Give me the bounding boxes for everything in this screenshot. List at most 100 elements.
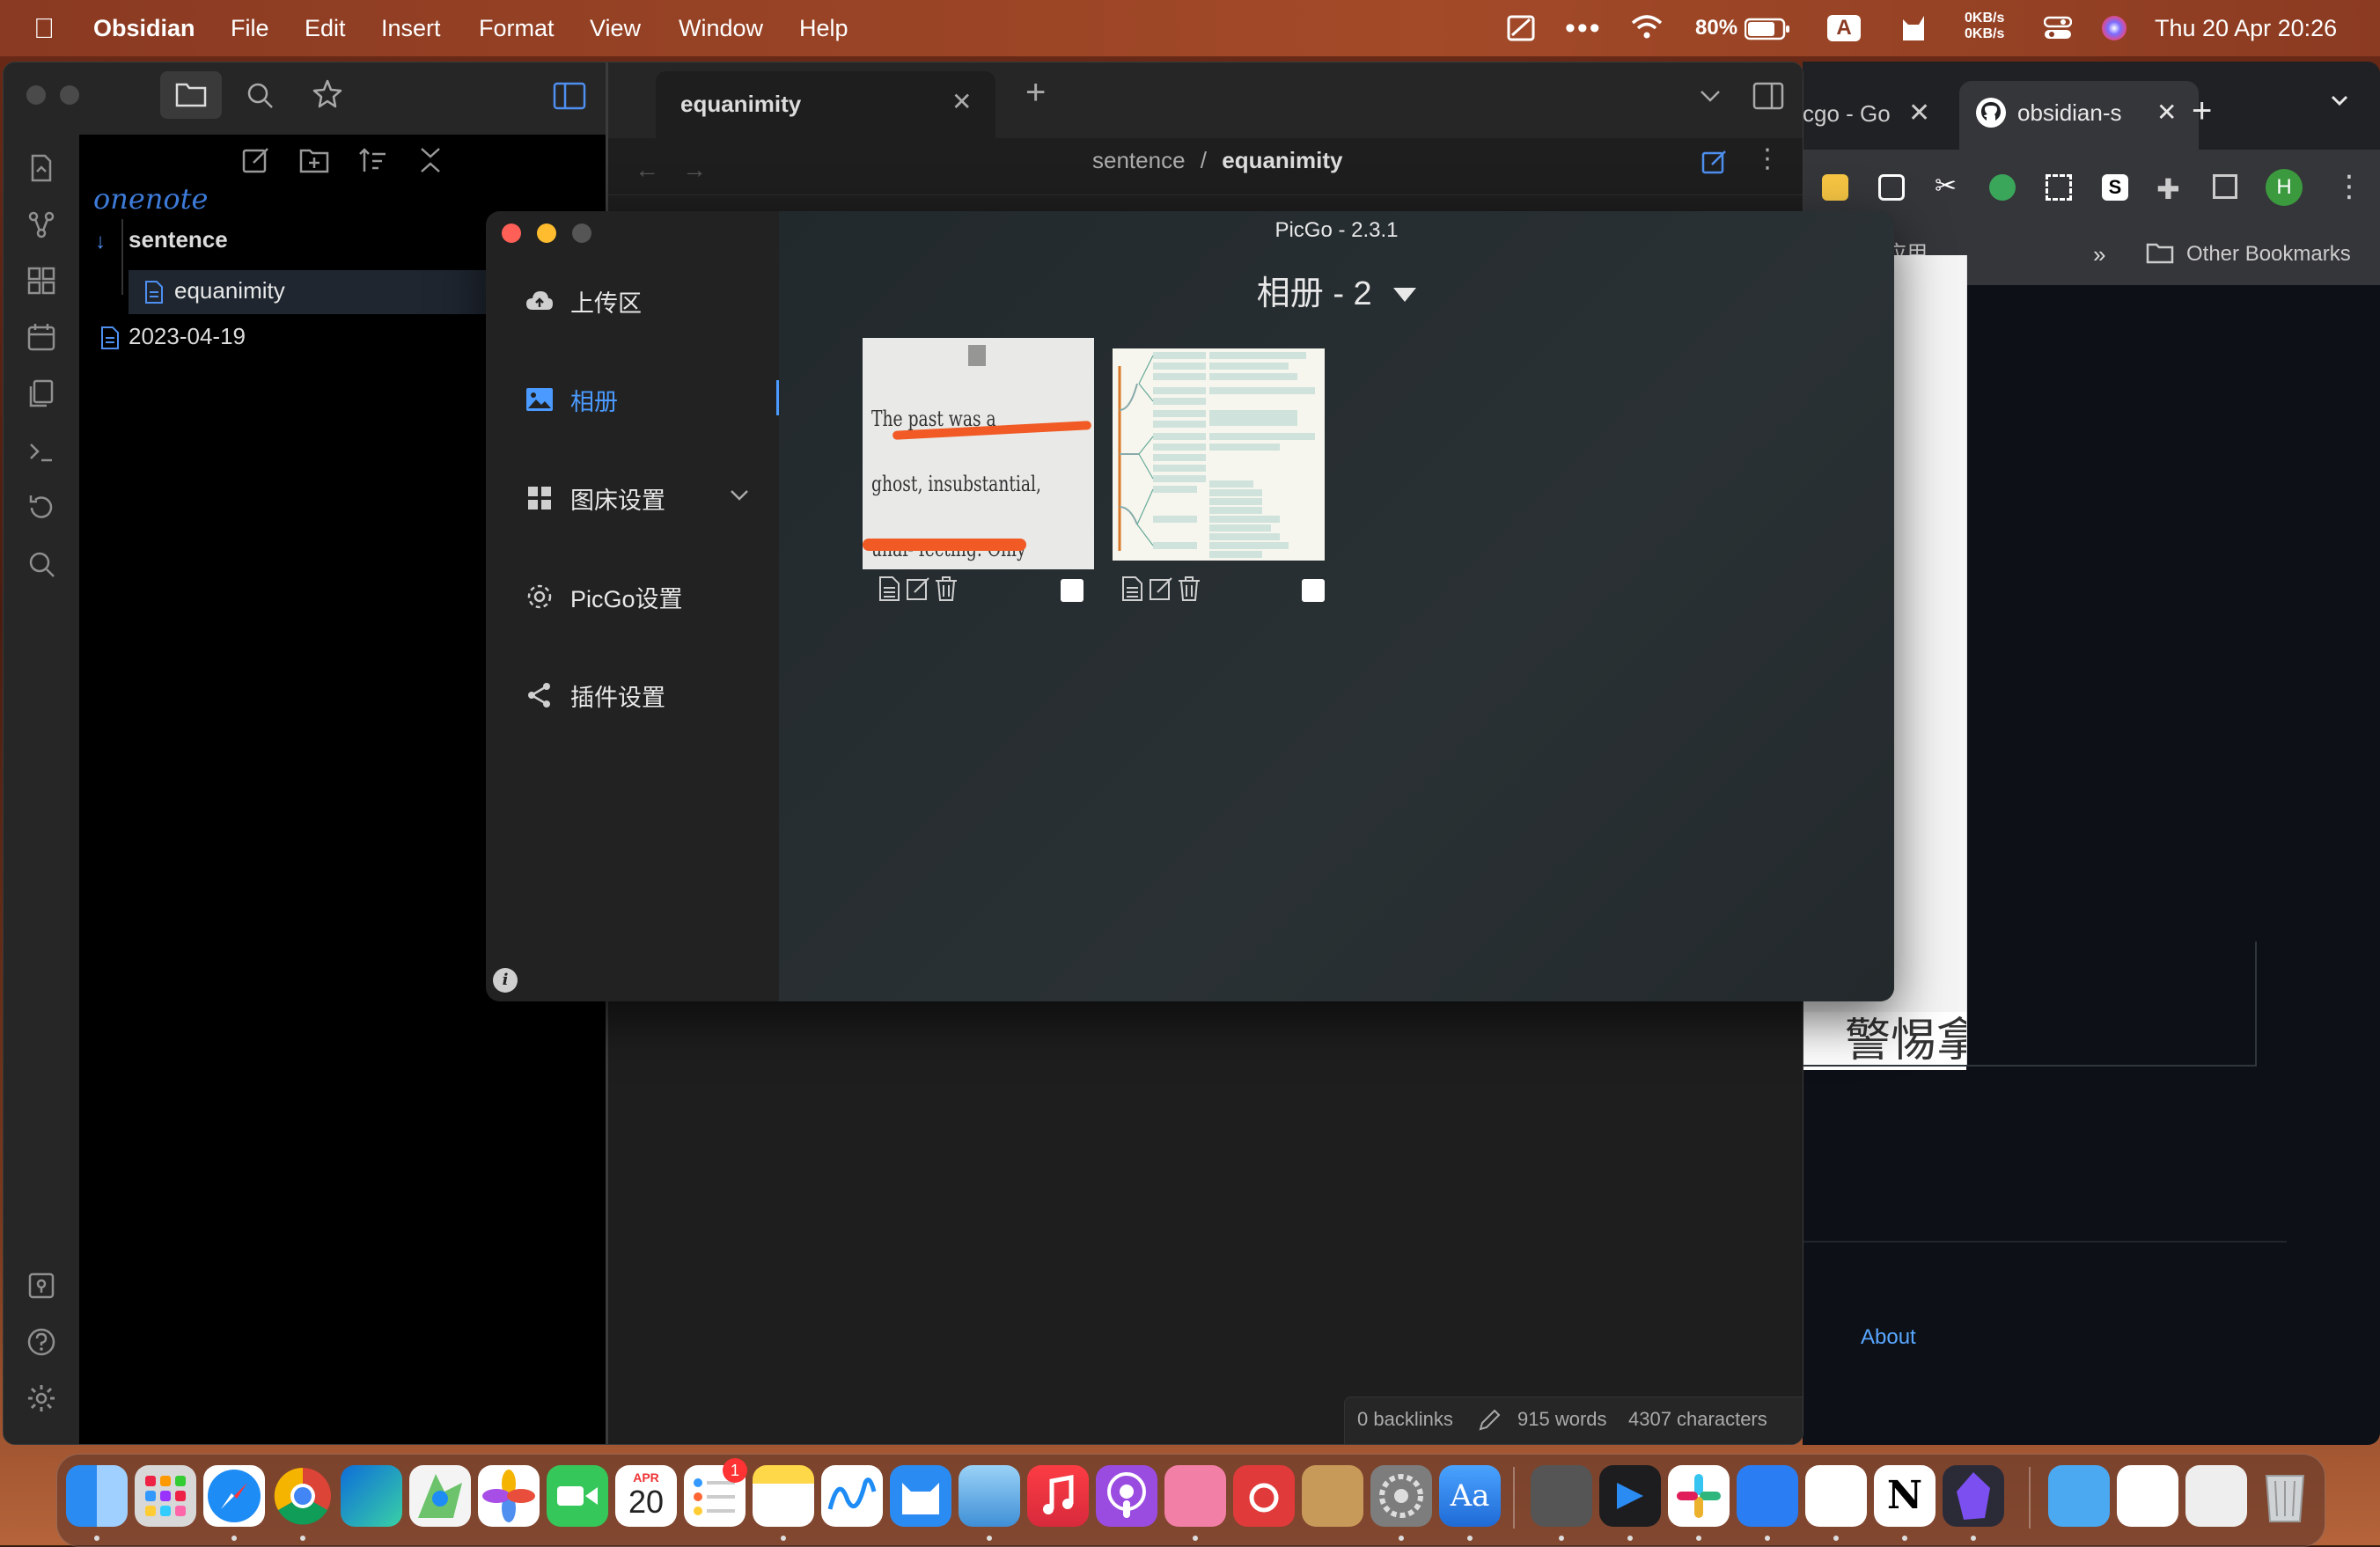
menu-format[interactable]: Format (479, 0, 555, 56)
history-icon[interactable] (26, 492, 57, 524)
textedit-icon[interactable] (1805, 1465, 1867, 1527)
screenshot-stack-icon[interactable] (2185, 1465, 2247, 1527)
vault-name[interactable]: onenote (93, 182, 208, 216)
battery-icon[interactable] (1745, 18, 1790, 40)
photos-icon[interactable] (478, 1465, 540, 1527)
sort-icon[interactable] (357, 145, 387, 175)
side-panel-icon[interactable] (2213, 174, 2237, 199)
window-zoom-button[interactable] (572, 224, 591, 243)
music-icon[interactable] (1027, 1465, 1089, 1527)
trash-icon[interactable] (2254, 1465, 2316, 1527)
help-icon[interactable] (26, 1326, 57, 1358)
menu-edit[interactable]: Edit (305, 0, 346, 56)
menu-help[interactable]: Help (799, 0, 848, 56)
app-icon[interactable] (1599, 1465, 1661, 1527)
system-settings-icon[interactable] (1370, 1465, 1432, 1527)
right-sidebar-toggle-icon[interactable] (1752, 82, 1784, 110)
more-status-icon[interactable]: ••• (1565, 0, 1602, 56)
close-icon[interactable]: ✕ (2156, 81, 2177, 144)
finder-icon[interactable] (66, 1465, 128, 1527)
edit-mode-icon[interactable] (1701, 149, 1728, 175)
puzzle-icon[interactable]: ✚ (2156, 172, 2180, 206)
footer-about-link[interactable]: About (1861, 1325, 1916, 1350)
forward-arrow-icon[interactable]: → (682, 156, 707, 184)
apple-menu-icon[interactable]:  (33, 0, 55, 56)
wifi-icon[interactable] (1630, 14, 1664, 42)
tab-search-icon[interactable] (2327, 88, 2352, 113)
album-header[interactable]: 相册 - 2 (779, 266, 1894, 314)
facetime-icon[interactable] (547, 1465, 608, 1527)
other-bookmarks[interactable]: Other Bookmarks (2186, 224, 2351, 285)
sidebar-toggle-icon[interactable] (553, 82, 586, 110)
image-thumbnail[interactable]: The past was a ghost, insubstantial, una… (863, 338, 1094, 569)
back-arrow-icon[interactable]: ← (635, 156, 659, 184)
screenshot-icon[interactable] (2046, 174, 2072, 201)
chrome-tab-1[interactable]: cgo - Go ✕ (1803, 83, 1945, 144)
menu-insert[interactable]: Insert (381, 0, 441, 56)
tab-list-icon[interactable] (1698, 84, 1723, 108)
cat-status-icon[interactable] (1899, 14, 1928, 42)
chevron-down-icon[interactable] (729, 484, 750, 505)
extension-icon[interactable] (1989, 174, 2016, 201)
app-icon[interactable] (1737, 1465, 1798, 1527)
menu-window[interactable]: Window (679, 0, 763, 56)
canvas-icon[interactable] (26, 265, 57, 297)
command-palette-icon[interactable] (26, 436, 57, 467)
nav-album[interactable]: 相册 (525, 382, 618, 417)
image-thumbnail[interactable] (1113, 348, 1325, 561)
menu-file[interactable]: File (231, 0, 269, 56)
safari-icon[interactable] (203, 1465, 265, 1527)
scissors-icon[interactable]: ✂ (1935, 171, 1957, 202)
slack-icon[interactable] (1668, 1465, 1730, 1527)
app-icon[interactable] (1531, 1465, 1592, 1527)
freeform-icon[interactable] (821, 1465, 883, 1527)
nav-picgo-settings[interactable]: PicGo设置 (525, 579, 683, 614)
info-icon[interactable]: i (493, 968, 518, 993)
extension-icon[interactable] (1878, 174, 1905, 201)
input-source-indicator[interactable]: A (1827, 15, 1861, 41)
bilibili-icon[interactable] (1164, 1465, 1226, 1527)
notes-icon[interactable] (753, 1465, 814, 1527)
calendar-icon[interactable]: APR 20 (615, 1465, 677, 1527)
edit-icon[interactable] (1149, 576, 1173, 602)
window-close-button[interactable] (502, 224, 521, 243)
new-tab-icon[interactable]: + (2192, 84, 2212, 137)
bookmark-star-icon[interactable] (312, 78, 343, 110)
copy-link-icon[interactable] (1120, 576, 1145, 602)
select-checkbox[interactable] (1302, 579, 1325, 602)
bookmarks-overflow[interactable]: » (2093, 224, 2105, 285)
edge-icon[interactable] (341, 1465, 402, 1527)
edit-icon[interactable] (906, 576, 930, 602)
app-icon[interactable] (890, 1465, 951, 1527)
notion-icon[interactable]: N (1874, 1465, 1936, 1527)
dictionary-icon[interactable]: Aa (1439, 1465, 1501, 1527)
obsidian-icon[interactable] (1943, 1465, 2004, 1527)
extension-icon[interactable]: S (2102, 174, 2128, 201)
trash-icon[interactable] (1177, 576, 1201, 602)
templates-icon[interactable] (26, 378, 57, 409)
close-icon[interactable]: ✕ (951, 87, 972, 116)
trash-icon[interactable] (934, 576, 959, 602)
breadcrumb-current[interactable]: equanimity (1222, 147, 1342, 173)
menu-clock[interactable]: Thu 20 Apr 20:26 (2155, 0, 2337, 56)
nav-upload[interactable]: 上传区 (525, 283, 642, 319)
chrome-icon[interactable] (272, 1465, 334, 1527)
copy-link-icon[interactable] (878, 576, 902, 602)
window-minimize-button[interactable] (537, 224, 556, 243)
profile-avatar[interactable]: H (2266, 169, 2303, 206)
vault-switcher-icon[interactable] (26, 1270, 57, 1301)
launchpad-icon[interactable] (135, 1465, 196, 1527)
window-close-button[interactable] (26, 85, 46, 105)
new-note-icon[interactable] (241, 145, 271, 175)
archive-utility-icon[interactable] (1302, 1465, 1363, 1527)
open-quick-switcher-icon[interactable] (26, 152, 57, 184)
nav-bed-settings[interactable]: 图床设置 (525, 480, 665, 516)
folder-icon[interactable] (2048, 1465, 2110, 1527)
collapse-all-icon[interactable] (417, 145, 444, 175)
graph-view-icon[interactable] (26, 209, 57, 240)
app-icon[interactable] (959, 1465, 1020, 1527)
app-menu[interactable]: Obsidian (93, 0, 195, 56)
select-checkbox[interactable] (1061, 579, 1083, 602)
window-minimize-button[interactable] (60, 85, 79, 105)
backlinks-count[interactable]: 0 backlinks (1357, 1408, 1453, 1431)
